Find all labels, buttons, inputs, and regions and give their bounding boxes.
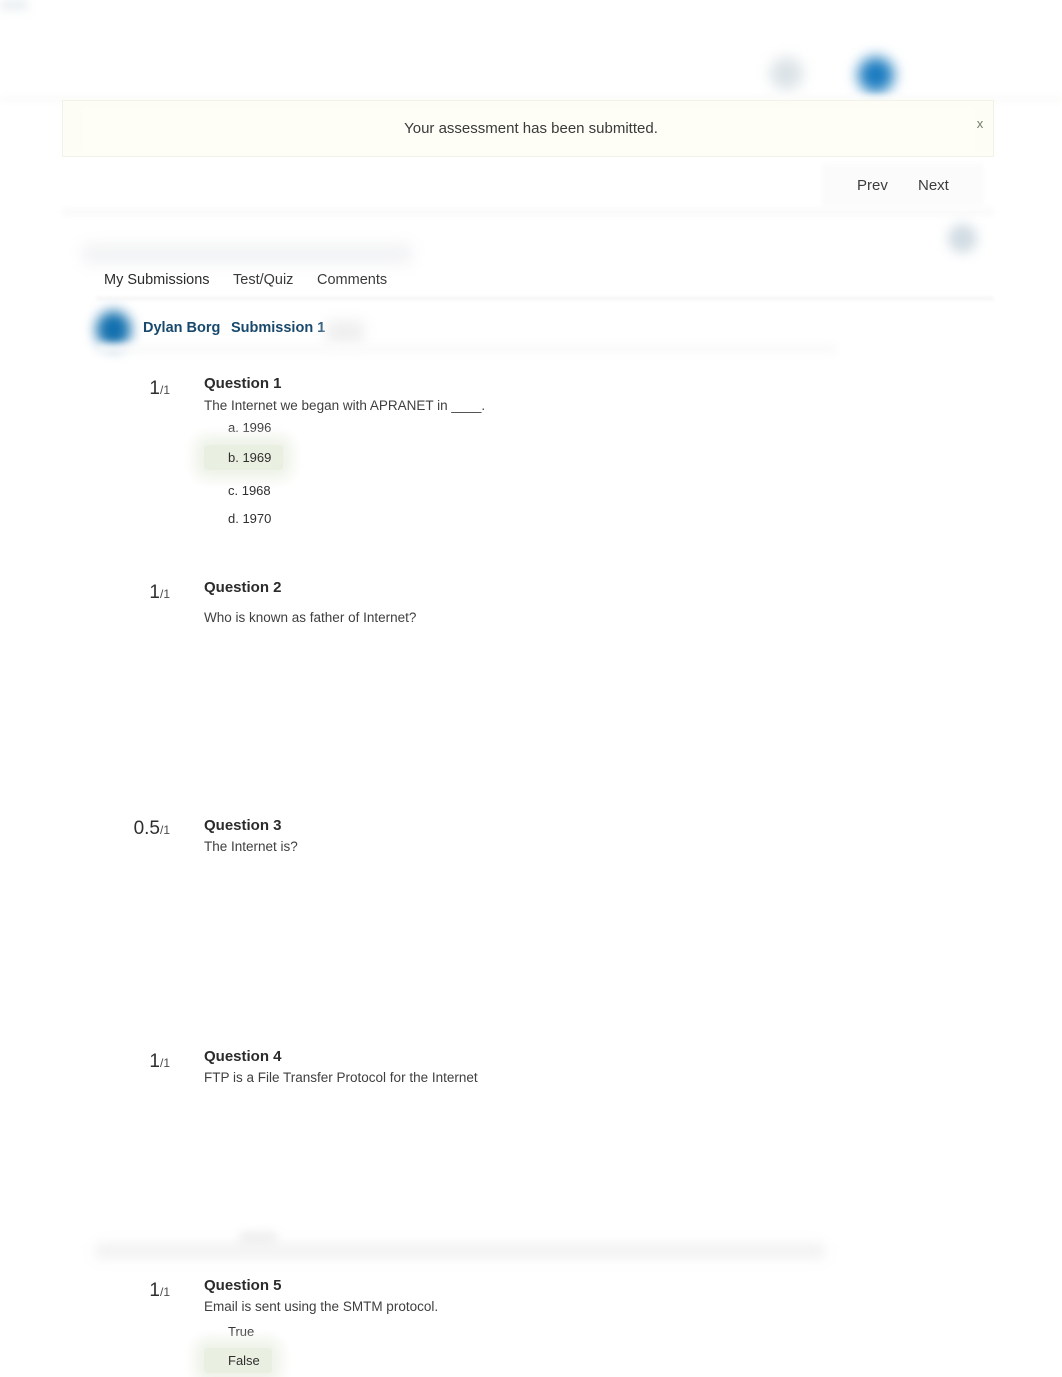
score-denominator: /1 xyxy=(159,1056,170,1070)
question-score: 1/1 xyxy=(90,378,170,400)
question-text: FTP is a File Transfer Protocol for the … xyxy=(204,1070,478,1085)
next-button[interactable]: Next xyxy=(912,174,955,197)
question-title: Question 4 xyxy=(204,1048,282,1065)
score-value: 1 xyxy=(149,1051,160,1072)
secondary-avatar-icon[interactable] xyxy=(948,224,977,253)
score-denominator: /1 xyxy=(159,1285,170,1299)
close-icon[interactable]: x xyxy=(971,115,989,133)
question-title: Question 3 xyxy=(204,817,282,834)
score-value: 0.5 xyxy=(133,818,160,839)
question-score: 1/1 xyxy=(90,582,170,604)
navigation-strip-divider xyxy=(62,208,994,216)
question-text: The Internet is? xyxy=(204,839,298,854)
score-denominator: /1 xyxy=(159,823,170,837)
answer-option[interactable]: d. 1970 xyxy=(204,506,283,531)
question-score: 0.5/1 xyxy=(90,818,170,840)
toolbar-label-blurred xyxy=(0,0,28,10)
question-title: Question 1 xyxy=(204,375,282,392)
navigation-button-group-bg xyxy=(822,164,984,206)
banner-message: Your assessment has been submitted. xyxy=(404,120,658,137)
answer-option-selected[interactable]: b. 1969 xyxy=(204,445,284,470)
score-value: 1 xyxy=(149,378,160,399)
question-text: Who is known as father of Internet? xyxy=(204,610,417,625)
score-denominator: /1 xyxy=(159,587,170,601)
section-divider-blurred xyxy=(95,1243,825,1259)
question-title: Question 2 xyxy=(204,579,282,596)
answer-option[interactable]: a. 1996 xyxy=(204,415,283,440)
question-score: 1/1 xyxy=(90,1280,170,1302)
question-text: The Internet we began with APRANET in __… xyxy=(204,398,486,413)
tab-test-quiz[interactable]: Test/Quiz xyxy=(225,268,301,292)
question-text: Email is sent using the SMTM protocol. xyxy=(204,1299,439,1314)
navigation-blank-field xyxy=(78,162,818,207)
question-title: Question 5 xyxy=(204,1277,282,1294)
answer-option[interactable]: True xyxy=(204,1319,266,1344)
submission-link[interactable]: Submission 1 xyxy=(231,320,325,336)
top-bar xyxy=(0,0,1062,102)
tab-bar: My Submissions Test/Quiz Comments xyxy=(96,268,994,298)
score-value: 1 xyxy=(149,1280,160,1301)
score-value: 1 xyxy=(149,582,160,603)
tab-bar-divider xyxy=(96,297,994,300)
page-title-blurred xyxy=(82,243,412,265)
prev-button[interactable]: Prev xyxy=(851,174,894,197)
tab-my-submissions[interactable]: My Submissions xyxy=(96,268,218,292)
score-denominator: /1 xyxy=(159,383,170,397)
user-avatar-icon[interactable] xyxy=(858,57,894,93)
answer-option-selected[interactable]: False xyxy=(204,1348,272,1373)
answer-option[interactable]: c. 1968 xyxy=(204,478,283,503)
help-circle-icon[interactable] xyxy=(770,57,803,90)
user-avatar-icon xyxy=(96,311,131,348)
submitter-row-divider xyxy=(96,344,836,354)
question-score: 1/1 xyxy=(90,1051,170,1073)
submitter-name-link[interactable]: Dylan Borg xyxy=(143,320,220,336)
tab-comments[interactable]: Comments xyxy=(309,268,395,292)
submission-status-chip-blurred xyxy=(326,320,364,344)
